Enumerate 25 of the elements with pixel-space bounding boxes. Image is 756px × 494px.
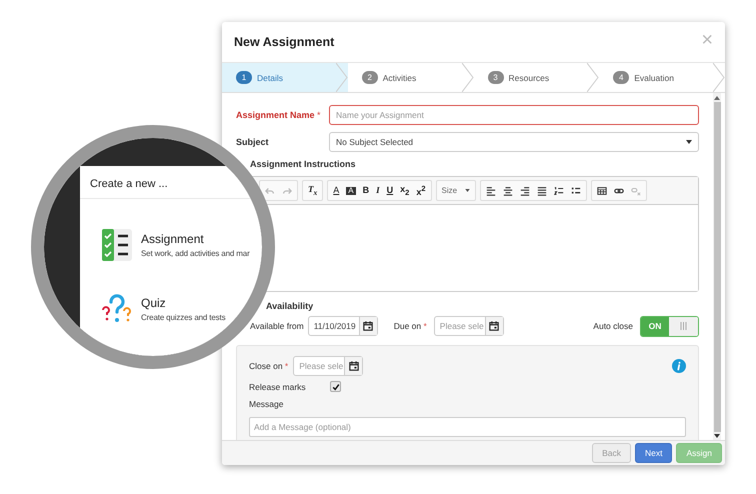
step-label: Details: [257, 72, 283, 82]
step-label: Activities: [382, 72, 416, 82]
field-label: Auto close: [593, 321, 633, 331]
menu-title: Create a new ...: [80, 166, 262, 199]
step-number-badge: 1: [236, 71, 252, 84]
field-label: Message: [249, 399, 284, 409]
field-label: Available from: [249, 321, 304, 331]
field-label: Release marks: [249, 382, 307, 392]
menu-item-description: Create quizzes and tests: [141, 313, 226, 322]
section-label: Assignment Instructions: [249, 159, 357, 169]
required-asterisk: *: [423, 321, 427, 331]
field-label: Assignment Name *: [236, 110, 322, 120]
menu-item-description: Set work, add activities and mar: [141, 249, 250, 258]
dialog-title: New Assignment: [234, 35, 334, 49]
step-number-badge: 3: [488, 71, 504, 84]
field-label: Subject: [236, 137, 270, 147]
step-number-badge: 4: [613, 71, 630, 84]
required-asterisk: *: [317, 110, 321, 120]
field-label: Close on *: [249, 361, 288, 371]
field-label: Due on *: [394, 321, 427, 331]
step-label: Resources: [508, 72, 550, 82]
step-number-badge: 2: [362, 71, 378, 84]
required-asterisk: *: [284, 361, 288, 371]
step-label: Evaluation: [634, 72, 674, 82]
section-label: Availability: [265, 301, 314, 311]
